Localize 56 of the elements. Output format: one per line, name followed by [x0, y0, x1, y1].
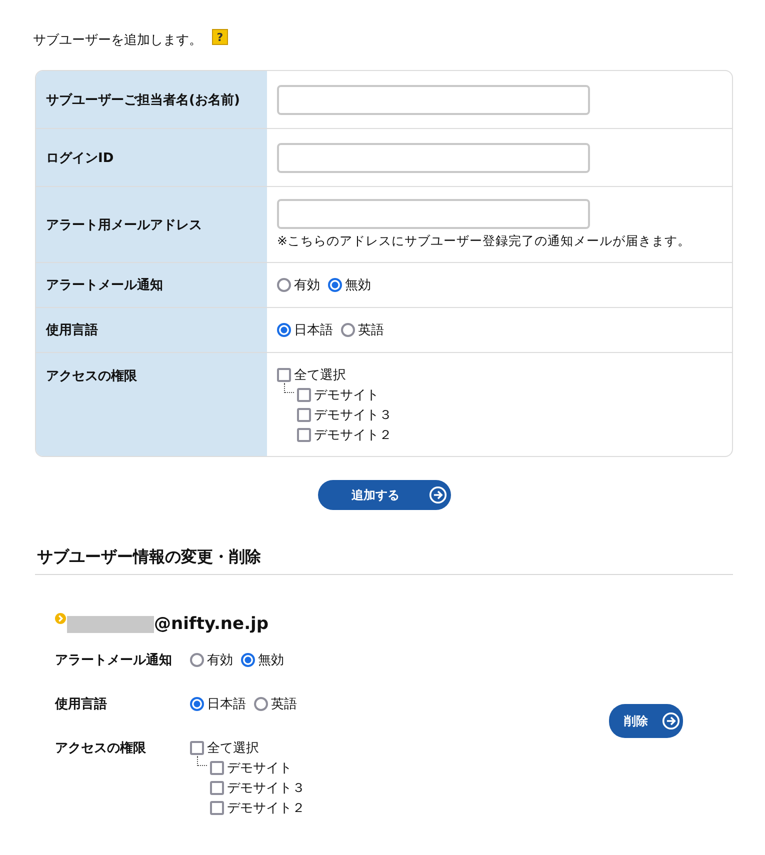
checkbox-label: デモサイト３ [227, 780, 305, 797]
field-label: 使用言語 [55, 696, 108, 713]
input-field[interactable] [277, 199, 590, 229]
checkbox-label: デモサイト２ [227, 800, 305, 817]
input-field[interactable] [277, 142, 590, 172]
checkbox[interactable] [210, 761, 224, 775]
intro-text: サブユーザーを追加します。 [33, 32, 202, 49]
checkbox[interactable] [210, 781, 224, 795]
delete-button[interactable]: 削除 [609, 704, 683, 738]
add-button[interactable]: 追加する [318, 480, 450, 510]
radio-button[interactable] [341, 323, 355, 337]
input-field[interactable] [277, 84, 590, 114]
checkbox[interactable] [190, 741, 204, 755]
field-note: ※こちらのアドレスにサブユーザー登録完了の通知メールが届きます。 [277, 233, 692, 250]
arrow-right-icon [428, 486, 446, 504]
checkbox-label: デモサイト [314, 387, 379, 404]
field-label: ログインID [46, 150, 114, 166]
email-domain: @nifty.ne.jp [154, 614, 269, 634]
field-label: アクセスの権限 [55, 740, 147, 757]
checkbox-label: デモサイト３ [314, 407, 392, 424]
checkbox[interactable] [277, 368, 291, 382]
radio-button[interactable] [277, 278, 291, 292]
arrow-right-icon [662, 712, 680, 730]
field-label: アラート用メールアドレス [46, 216, 202, 234]
option-label: 有効 [294, 277, 320, 294]
chevron-bullet-icon [55, 612, 66, 624]
field-label: アラートメール通知 [55, 652, 173, 669]
field-label: 使用言語 [46, 322, 98, 339]
field-label: アクセスの権限 [46, 368, 137, 385]
checkbox-label: デモサイト [227, 760, 292, 777]
tree-connector [284, 383, 294, 393]
option-label: 日本語 [207, 696, 246, 713]
option-label: 英語 [271, 696, 297, 713]
checkbox-label: 全て選択 [207, 740, 259, 757]
option-label: 日本語 [294, 322, 333, 339]
radio-button[interactable] [190, 653, 204, 667]
section-heading: サブユーザー情報の変更・削除 [35, 547, 733, 575]
help-icon[interactable]: ? [212, 29, 228, 45]
checkbox-label: デモサイト２ [314, 427, 392, 444]
field-label: アラートメール通知 [46, 277, 163, 294]
checkbox[interactable] [297, 388, 311, 402]
radio-button[interactable] [190, 697, 204, 711]
checkbox[interactable] [297, 428, 311, 442]
option-label: 英語 [358, 322, 384, 339]
option-label: 無効 [345, 277, 371, 294]
option-label: 無効 [258, 652, 284, 669]
radio-button[interactable] [254, 697, 268, 711]
radio-button[interactable] [328, 278, 342, 292]
radio-button[interactable] [277, 323, 291, 337]
checkbox[interactable] [210, 801, 224, 815]
checkbox-label: 全て選択 [294, 367, 346, 384]
checkbox[interactable] [297, 408, 311, 422]
tree-connector [197, 756, 207, 766]
option-label: 有効 [207, 652, 233, 669]
radio-button[interactable] [241, 653, 255, 667]
field-label: サブユーザーご担当者名(お名前) [46, 92, 240, 108]
